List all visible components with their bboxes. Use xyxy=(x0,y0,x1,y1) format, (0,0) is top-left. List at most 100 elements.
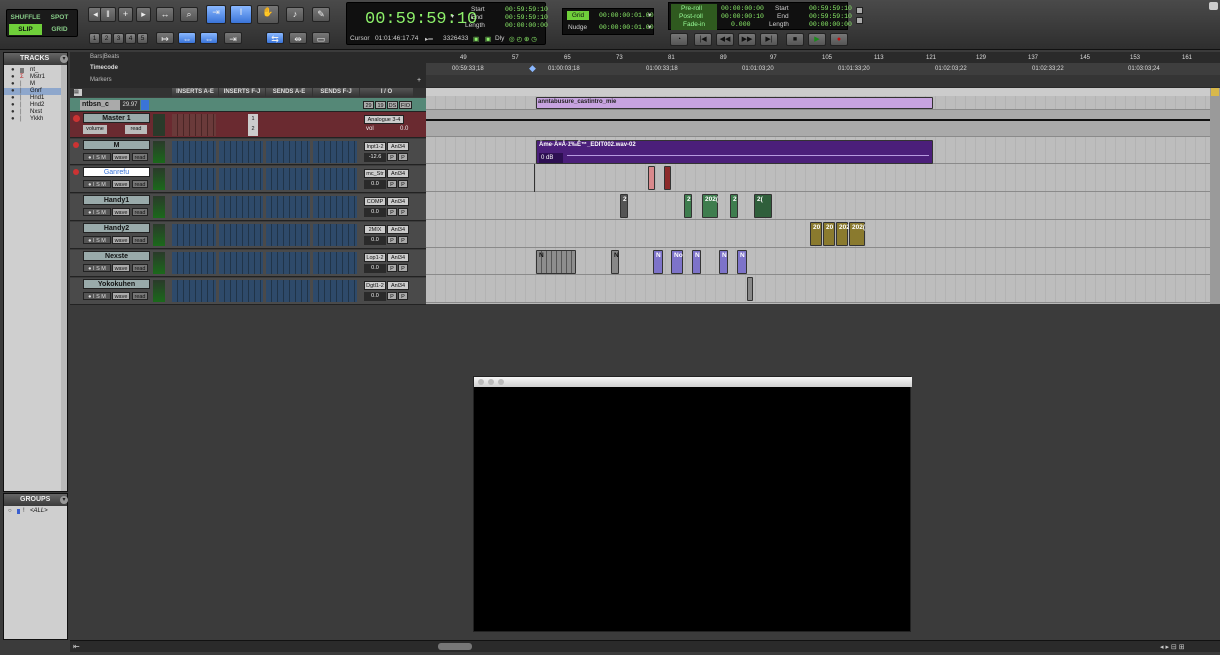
zoom-toggle-icon[interactable]: + xyxy=(118,7,133,22)
track-automation-select[interactable]: read xyxy=(132,180,148,188)
audio-region[interactable]: N xyxy=(737,250,747,274)
fadein-label[interactable]: Fade-in xyxy=(683,21,705,28)
send-slots-ae[interactable] xyxy=(266,252,310,274)
grabber-hand-icon[interactable]: ✋ xyxy=(257,5,279,24)
markers-ruler[interactable] xyxy=(426,75,1220,87)
audio-region[interactable]: Äme·Ä¤Å·ž‰Ê™_EDIT002.wav-02 0 dB xyxy=(536,140,933,164)
timeline-vertical-scroll[interactable] xyxy=(1210,88,1220,304)
track-buttons[interactable]: ● I S M xyxy=(83,153,111,161)
audio-region[interactable]: N xyxy=(653,250,663,274)
video-enable-icon[interactable] xyxy=(141,100,149,110)
delay-comp-icon[interactable]: ▣ xyxy=(485,35,491,43)
zoom-icon[interactable] xyxy=(498,379,504,385)
play-icon[interactable]: ▶ xyxy=(808,33,826,46)
track-buttons[interactable]: ● I S M xyxy=(83,264,111,272)
audio-region[interactable]: No xyxy=(671,250,683,274)
main-timecode[interactable]: 00:59:59:10 xyxy=(365,10,477,29)
track-input[interactable]: Inpt1-2 xyxy=(364,142,386,151)
track-list-item[interactable]: ● | Nxst xyxy=(4,109,67,116)
video-clip[interactable]: anntabusure_castintro_mie xyxy=(536,97,933,109)
track-automation-select[interactable]: read xyxy=(132,292,148,300)
track-volume[interactable]: 0.0 xyxy=(364,292,386,301)
master-automation-select[interactable]: read xyxy=(125,125,147,134)
track-output[interactable]: Anl34 xyxy=(387,142,409,151)
audio-region[interactable]: 2 xyxy=(620,194,628,218)
link-timeline-icon[interactable]: ⇔ xyxy=(178,32,196,44)
master-track-name[interactable]: Master 1 xyxy=(83,113,150,123)
send-slots-fj[interactable] xyxy=(313,224,357,246)
send-slots-fj[interactable] xyxy=(313,168,357,190)
audio-region[interactable] xyxy=(664,166,671,190)
sel-end-value[interactable]: 00:59:59:10 xyxy=(505,14,548,21)
master-mode-select[interactable]: volume xyxy=(83,125,107,134)
track-lane[interactable] xyxy=(426,192,1210,220)
stop-icon[interactable]: ■ xyxy=(786,33,804,46)
tstart-value[interactable]: 00:59:59:10 xyxy=(809,5,852,12)
pan-button[interactable]: P xyxy=(387,180,397,188)
insert-slots-fj[interactable] xyxy=(219,168,263,190)
expand-toggle-2[interactable] xyxy=(856,17,863,24)
track-view-select[interactable]: wave xyxy=(112,180,130,188)
track-output[interactable]: Anl34 xyxy=(387,281,409,290)
audio-region[interactable]: 202( xyxy=(849,222,865,246)
pan-button[interactable]: P xyxy=(387,153,397,161)
audio-region[interactable]: 20 xyxy=(810,222,822,246)
track-automation-select[interactable]: read xyxy=(132,153,148,161)
pan-button[interactable]: P xyxy=(387,208,397,216)
track-input[interactable]: mc_Str xyxy=(364,169,386,178)
pencil-icon[interactable]: ✎ xyxy=(312,7,330,22)
insert-slots-ae[interactable] xyxy=(172,141,216,163)
fadein-value[interactable]: 0.000 xyxy=(731,21,751,28)
track-name[interactable]: Nexste xyxy=(83,251,150,261)
insert-slots-fj[interactable] xyxy=(219,196,263,218)
send-slots-fj[interactable] xyxy=(313,196,357,218)
track-output[interactable]: Anl34 xyxy=(387,225,409,234)
shuffle-mode-button[interactable]: SHUFFLE xyxy=(9,12,42,23)
clip-gain[interactable]: 0 dB xyxy=(539,153,563,163)
track-view-select[interactable]: wave xyxy=(112,236,130,244)
grid-mode-button[interactable]: GRID xyxy=(43,24,76,35)
zoomer-icon[interactable]: ↔ xyxy=(156,7,174,22)
return-to-zero-icon[interactable]: |◀ xyxy=(694,33,712,46)
audio-region[interactable]: 2 xyxy=(684,194,692,218)
send-slots-ae[interactable] xyxy=(266,141,310,163)
audio-region[interactable] xyxy=(747,277,753,301)
nudge-dropdown-icon[interactable]: ▾ xyxy=(648,23,651,31)
track-view-select[interactable]: wave xyxy=(112,264,130,272)
slip-mode-button[interactable]: SLIP xyxy=(9,24,42,35)
track-name[interactable]: Yokokuhen xyxy=(83,279,150,289)
go-to-end-icon[interactable]: ▶| xyxy=(760,33,778,46)
send-slots-fj[interactable] xyxy=(313,280,357,302)
pan-button[interactable]: P xyxy=(387,236,397,244)
master-insert-slots[interactable] xyxy=(172,114,216,136)
track-name[interactable]: Handy2 xyxy=(83,223,150,233)
grid-value[interactable]: 00:00:00:01.00 xyxy=(599,12,654,19)
track-height-icon[interactable] xyxy=(1211,88,1219,96)
track-automation-select[interactable]: read xyxy=(132,264,148,272)
video-window-titlebar[interactable] xyxy=(474,377,912,387)
pan-button[interactable]: P xyxy=(398,180,408,188)
track-buttons[interactable]: ● I S M xyxy=(83,208,111,216)
track-name[interactable]: M xyxy=(83,140,150,150)
scrub-speaker-icon[interactable]: ♪ xyxy=(286,7,304,22)
master-vol-value[interactable]: 0.0 xyxy=(400,126,408,132)
send-slots-fj[interactable] xyxy=(313,252,357,274)
audio-region[interactable]: N xyxy=(536,250,576,274)
track-output[interactable]: Anl34 xyxy=(387,169,409,178)
insert-slots-fj[interactable] xyxy=(219,252,263,274)
counter-dropdown-icon[interactable]: ▾ xyxy=(451,13,454,20)
rewind-icon[interactable]: ◀◀ xyxy=(716,33,734,46)
insert-slots-ae[interactable] xyxy=(172,196,216,218)
audio-region[interactable]: 2( xyxy=(754,194,772,218)
video-button-1[interactable]: 29 xyxy=(363,101,374,109)
pan-button[interactable]: P xyxy=(398,236,408,244)
track-output[interactable]: Anl34 xyxy=(387,253,409,262)
pan-button[interactable]: P xyxy=(398,153,408,161)
audio-region[interactable]: N xyxy=(719,250,728,274)
track-volume[interactable]: 0.0 xyxy=(364,180,386,189)
zoom-preset-4[interactable]: 4 xyxy=(125,33,136,44)
tracks-menu-icon[interactable]: ▾ xyxy=(60,55,68,63)
track-view-select[interactable]: wave xyxy=(112,153,130,161)
track-buttons[interactable]: ● I S M xyxy=(83,236,111,244)
track-list-item[interactable]: ● | Hnd2 xyxy=(4,102,67,109)
